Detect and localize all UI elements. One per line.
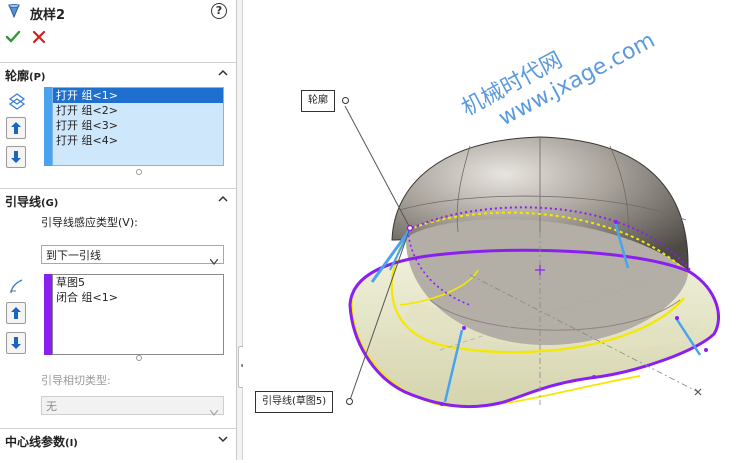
guide-callout[interactable]: 引导线(草图5): [255, 391, 334, 413]
list-item[interactable]: 打开 组<2>: [53, 103, 223, 118]
move-down-button[interactable]: [6, 332, 26, 354]
section-title: 引导线(G): [5, 195, 59, 209]
list-item[interactable]: 草图5: [53, 275, 223, 290]
guide-tangency-value: 无: [46, 400, 57, 413]
move-up-button[interactable]: [6, 117, 26, 139]
list-item[interactable]: 打开 组<3>: [53, 118, 223, 133]
dropdown-arrow-icon: [209, 403, 219, 417]
chevron-up-icon[interactable]: [218, 194, 228, 204]
section-header-centerline[interactable]: 中心线参数(I): [0, 428, 236, 451]
move-up-button[interactable]: [6, 302, 26, 324]
callout-text: 轮廓: [308, 95, 328, 106]
chevron-up-icon[interactable]: [218, 68, 228, 78]
section-title: 中心线参数(I): [5, 435, 78, 449]
ok-checkmark-icon[interactable]: [5, 29, 21, 45]
property-manager-panel: 放样2 ? 轮廓(P) 打开 组<1> 打开 组<2> 打开 组<3> 打开 组…: [0, 0, 237, 460]
section-header-profiles[interactable]: 轮廓(P): [0, 62, 236, 85]
profile-callout[interactable]: 轮廓: [301, 90, 335, 112]
move-down-button[interactable]: [6, 146, 26, 168]
guide-influence-value: 到下一引线: [46, 249, 101, 262]
guide-influence-select[interactable]: 到下一引线: [41, 245, 224, 266]
callout-anchor: [346, 398, 353, 405]
help-icon[interactable]: ?: [211, 3, 227, 19]
feature-title-bar: 放样2 ?: [0, 0, 236, 24]
list-item[interactable]: 打开 组<1>: [53, 88, 223, 103]
chevron-down-icon[interactable]: [218, 434, 228, 444]
resize-handle[interactable]: [136, 169, 142, 175]
loft-feature-icon: [7, 3, 21, 19]
callout-anchor: [342, 97, 349, 104]
resize-handle[interactable]: [136, 355, 142, 361]
profiles-list[interactable]: 打开 组<1> 打开 组<2> 打开 组<3> 打开 组<4>: [44, 87, 224, 166]
list-item[interactable]: 打开 组<4>: [53, 133, 223, 148]
dropdown-arrow-icon: [209, 252, 219, 266]
feature-title: 放样2: [30, 8, 66, 23]
guides-list[interactable]: 草图5 闭合 组<1>: [44, 274, 224, 355]
section-title: 轮廓(P): [5, 69, 46, 83]
guide-curve-icon: [8, 277, 26, 295]
profiles-accent-bar: [44, 87, 52, 166]
guide-tangency-select: 无: [41, 396, 224, 417]
section-header-guides[interactable]: 引导线(G): [0, 188, 236, 211]
callout-text: 引导线(草图5): [262, 396, 327, 407]
guide-influence-label: 引导线感应类型(V):: [41, 216, 138, 229]
cancel-x-icon[interactable]: [31, 29, 47, 45]
guide-tangency-label: 引导相切类型:: [41, 374, 111, 387]
profile-icon: [8, 92, 26, 110]
guides-accent-bar: [44, 274, 52, 355]
list-item[interactable]: 闭合 组<1>: [53, 290, 223, 305]
